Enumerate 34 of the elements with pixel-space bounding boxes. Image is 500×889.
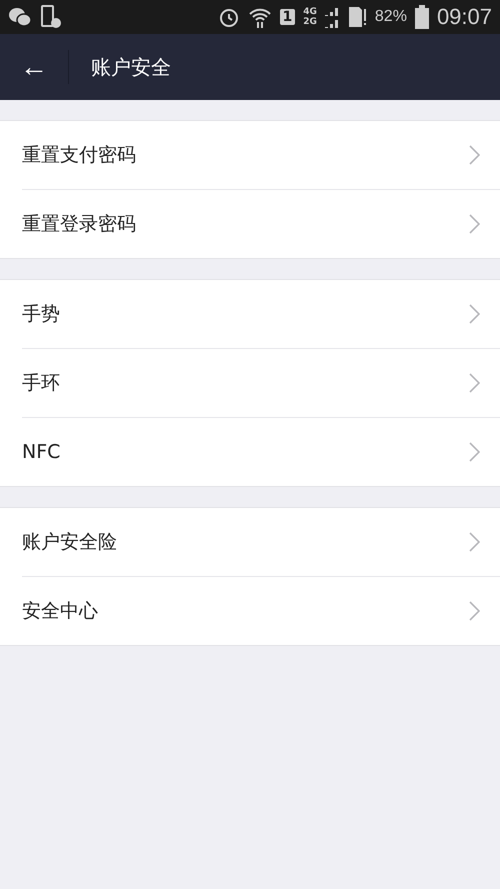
chevron-right-icon [469,304,480,324]
battery-percent: 82% [374,8,407,26]
row-label: 重置支付密码 [22,143,137,168]
chevron-right-icon [469,145,480,165]
chevron-right-icon [469,532,480,552]
page-title: 账户安全 [91,54,171,80]
settings-row[interactable]: 重置登录密码 [22,189,500,258]
settings-row[interactable]: 安全中心 [22,576,500,645]
signal-bars-icon [324,5,341,29]
phone-clock-icon [40,5,62,29]
row-label: 账户安全险 [22,530,118,555]
settings-row[interactable]: NFC [22,417,500,486]
chevron-right-icon [469,214,480,234]
chevron-right-icon [469,601,480,621]
chevron-right-icon [469,442,480,462]
sim-card-alert-icon [348,6,367,28]
back-button[interactable]: ← [0,34,68,100]
row-label: NFC [22,441,62,463]
settings-row[interactable]: 手环 [22,348,500,417]
chat-bubbles-icon [8,7,32,27]
alarm-clock-icon [218,6,240,28]
settings-row[interactable]: 账户安全险 [22,508,500,576]
row-label: 安全中心 [22,599,99,624]
battery-icon [414,5,429,29]
sim-slot-label: 1 [280,9,296,25]
clock-time: 09:07 [436,4,492,30]
settings-row[interactable]: 重置支付密码 [22,121,500,189]
chevron-right-icon [469,373,480,393]
row-label: 重置登录密码 [22,212,137,237]
network-type-label: 2G [303,17,317,27]
settings-row[interactable]: 手势 [22,280,500,348]
network-type-label: 4G [303,7,317,17]
row-label: 手环 [22,371,61,396]
row-label: 手势 [22,302,61,327]
